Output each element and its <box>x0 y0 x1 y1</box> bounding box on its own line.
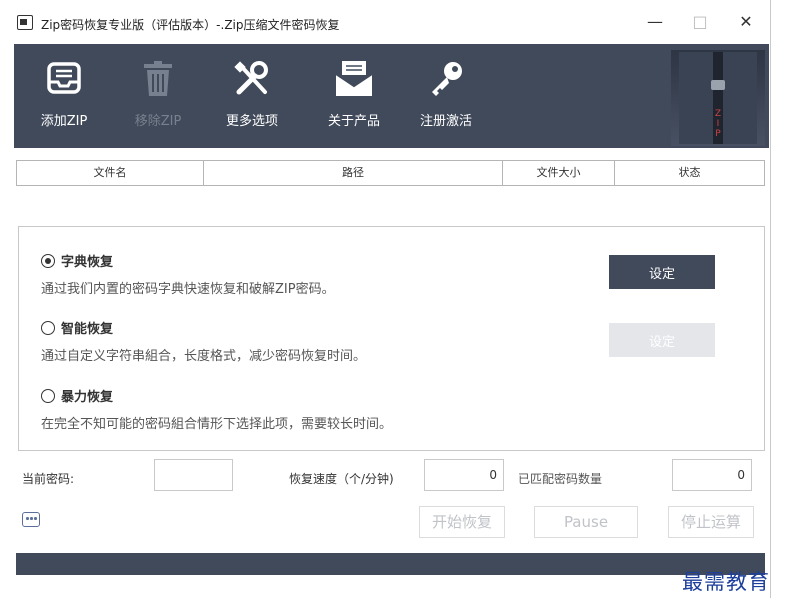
column-status[interactable]: 状态 <box>615 161 764 185</box>
remove-zip-label: 移除ZIP <box>134 114 182 129</box>
remove-zip-button[interactable]: 移除ZIP <box>128 60 188 140</box>
trash-icon <box>144 61 172 96</box>
mail-icon <box>335 61 373 96</box>
dictionary-option[interactable]: 字典恢复 通过我们内置的密码字典快速恢复和破解ZIP密码。 <box>41 251 335 297</box>
dictionary-radio[interactable] <box>41 254 55 268</box>
tools-icon <box>234 61 268 95</box>
smart-desc: 通过自定义字符串組合，长度格式，减少密码恢复时间。 <box>41 349 367 364</box>
column-filename[interactable]: 文件名 <box>17 161 204 185</box>
close-button[interactable]: ✕ <box>736 12 756 31</box>
smart-option[interactable]: 智能恢复 通过自定义字符串組合，长度格式，减少密码恢复时间。 <box>41 318 366 364</box>
zip-logo-image: Z I P <box>671 50 765 146</box>
brute-option[interactable]: 暴力恢复 在完全不知可能的密码組合情形下选择此项，需要较长时间。 <box>41 386 392 432</box>
minimize-button[interactable]: — <box>645 12 665 31</box>
toolbar: 添加ZIP 移除ZIP 更多选项 关于产品 注册激活 Z I P <box>14 44 769 148</box>
window-title: Zip密码恢复专业版（评估版本）-.Zip压缩文件密码恢复 <box>41 18 340 32</box>
smart-set-button[interactable]: 设定 <box>609 323 715 357</box>
dictionary-set-button[interactable]: 设定 <box>609 255 715 289</box>
register-button[interactable]: 注册激活 <box>414 60 478 140</box>
matched-count-label: 已匹配密码数量 <box>518 472 603 486</box>
app-window: Zip密码恢复专业版（评估版本）-.Zip压缩文件密码恢复 — □ ✕ 添加ZI… <box>0 0 771 598</box>
app-icon <box>17 15 33 30</box>
dictionary-title: 字典恢复 <box>61 255 114 270</box>
watermark-text: 最需教育 <box>682 570 770 594</box>
smart-title: 智能恢复 <box>61 322 114 337</box>
file-table-header: 文件名 路径 文件大小 状态 <box>16 160 765 186</box>
pause-button[interactable]: Pause <box>534 506 638 538</box>
more-options-button[interactable]: 更多选项 <box>220 60 284 140</box>
matched-count-field: 0 <box>672 459 752 491</box>
start-recovery-button[interactable]: 开始恢复 <box>419 506 505 538</box>
brute-radio[interactable] <box>41 389 55 403</box>
about-label: 关于产品 <box>327 114 380 129</box>
brute-desc: 在完全不知可能的密码組合情形下选择此项，需要较长时间。 <box>41 417 393 432</box>
add-zip-label: 添加ZIP <box>40 114 88 129</box>
key-icon <box>432 62 462 96</box>
add-zip-button[interactable]: 添加ZIP <box>36 60 92 140</box>
stop-button[interactable]: 停止运算 <box>668 506 754 538</box>
speed-label: 恢复速度（个/分钟) <box>289 472 394 486</box>
inbox-icon <box>47 62 81 94</box>
current-password-field <box>154 459 233 491</box>
svg-text:Z: Z <box>715 109 721 119</box>
title-bar: Zip密码恢复专业版（评估版本）-.Zip压缩文件密码恢复 — □ ✕ <box>0 0 771 44</box>
more-options-label: 更多选项 <box>225 114 278 129</box>
column-filesize[interactable]: 文件大小 <box>503 161 615 185</box>
speed-field: 0 <box>424 459 504 491</box>
dictionary-desc: 通过我们内置的密码字典快速恢复和破解ZIP密码。 <box>41 282 335 297</box>
chat-icon[interactable] <box>22 512 40 527</box>
smart-radio[interactable] <box>41 321 55 335</box>
brute-title: 暴力恢复 <box>61 390 114 405</box>
svg-text:I: I <box>717 119 720 129</box>
column-path[interactable]: 路径 <box>204 161 503 185</box>
status-bar <box>16 553 765 575</box>
recovery-options-panel: 字典恢复 通过我们内置的密码字典快速恢复和破解ZIP密码。 设定 智能恢复 通过… <box>18 226 765 451</box>
maximize-button[interactable]: □ <box>690 12 710 31</box>
svg-text:P: P <box>715 129 721 139</box>
about-button[interactable]: 关于产品 <box>322 60 386 140</box>
register-label: 注册激活 <box>419 114 472 129</box>
current-password-label: 当前密码: <box>22 472 75 486</box>
